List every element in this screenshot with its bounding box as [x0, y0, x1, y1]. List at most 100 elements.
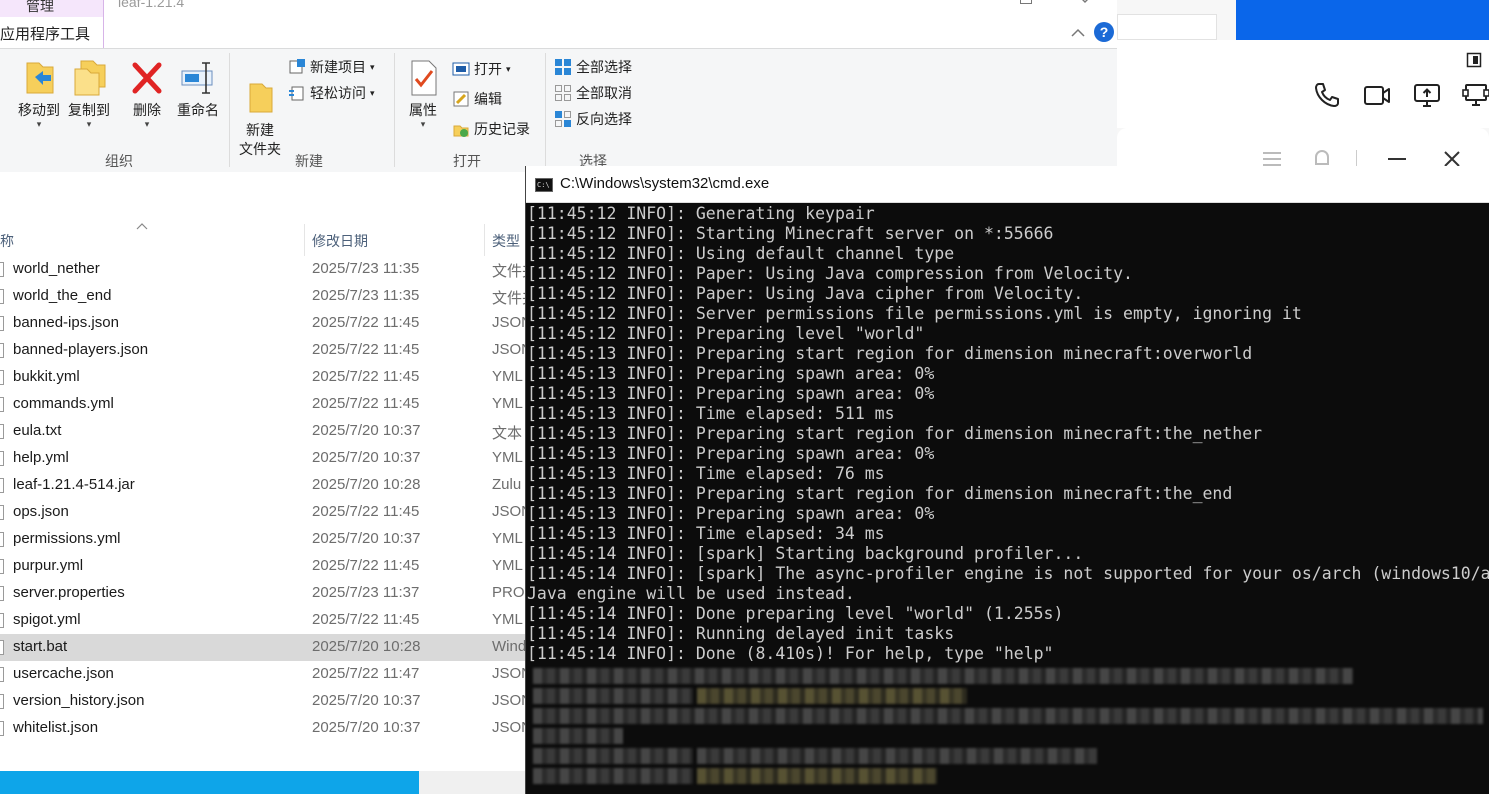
cmd-title: C:\Windows\system32\cmd.exe	[560, 175, 770, 192]
file-type: YML	[492, 530, 523, 547]
new-folder-icon	[249, 83, 273, 113]
file-row[interactable]: spigot.yml 2025/7/22 11:45 YML	[0, 607, 525, 634]
file-name: commands.yml	[13, 395, 114, 412]
file-row[interactable]: whitelist.json 2025/7/20 10:37 JSON	[0, 715, 525, 742]
console-line: [11:45:13 INFO]: Preparing start region …	[527, 344, 1253, 363]
invert-selection-button[interactable]: 反向选择	[554, 109, 632, 129]
console-line: [11:45:12 INFO]: Server permissions file…	[527, 304, 1302, 323]
remote-control-icon[interactable]	[1461, 80, 1489, 110]
column-divider[interactable]	[304, 224, 305, 256]
help-icon[interactable]: ?	[1094, 22, 1114, 42]
file-row[interactable]: bukkit.yml 2025/7/22 11:45 YML	[0, 364, 525, 391]
background-app-input[interactable]	[1117, 14, 1217, 40]
file-row[interactable]: eula.txt 2025/7/20 10:37 文本	[0, 418, 525, 445]
cmd-title-bar[interactable]: C:\ C:\Windows\system32\cmd.exe	[526, 166, 1489, 203]
column-name[interactable]: 称	[0, 231, 14, 251]
file-list: world_nether2025/7/23 11:35文件夹world_the_…	[0, 256, 525, 768]
edit-button[interactable]: 编辑	[452, 89, 502, 109]
file-row[interactable]: version_history.json 2025/7/20 10:37 JSON	[0, 688, 525, 715]
file-name: bukkit.yml	[13, 368, 80, 385]
select-none-button[interactable]: 全部取消	[554, 83, 632, 103]
cmd-window: C:\ C:\Windows\system32\cmd.exe [11:45:1…	[525, 166, 1489, 794]
move-to-icon	[26, 62, 54, 94]
tab-manage-label: 管理	[26, 0, 54, 14]
rename-button[interactable]: 重命名	[172, 57, 224, 120]
column-header: 称 修改日期 类型	[0, 216, 525, 260]
file-row[interactable]: world_nether 2025/7/23 11:35 文件夹	[0, 256, 525, 283]
console-line: [11:45:12 INFO]: Generating keypair	[527, 204, 875, 223]
file-row[interactable]: usercache.json 2025/7/22 11:47 JSON	[0, 661, 525, 688]
column-divider[interactable]	[484, 224, 485, 256]
properties-button[interactable]: 属性 ▾	[402, 57, 444, 129]
delete-button[interactable]: 删除 ▾	[126, 57, 168, 129]
column-type[interactable]: 类型	[492, 231, 520, 251]
file-icon	[0, 289, 4, 304]
move-to-button[interactable]: 移动到 ▾	[14, 57, 64, 129]
file-date: 2025/7/23 11:35	[312, 287, 420, 304]
file-row[interactable]: help.yml 2025/7/20 10:37 YML	[0, 445, 525, 472]
tab-app-tools[interactable]: 应用程序工具	[0, 17, 104, 48]
console-line: [11:45:12 INFO]: Paper: Using Java compr…	[527, 264, 1133, 283]
select-all-button[interactable]: 全部选择	[554, 57, 632, 77]
file-type: JSON	[492, 341, 525, 358]
file-date: 2025/7/23 11:37	[312, 584, 420, 601]
file-name: server.properties	[13, 584, 125, 601]
edit-label: 编辑	[474, 91, 502, 107]
file-date: 2025/7/22 11:45	[312, 314, 420, 331]
history-label: 历史记录	[474, 121, 530, 137]
minimize-icon[interactable]	[1387, 152, 1407, 166]
file-row[interactable]: commands.yml 2025/7/22 11:45 YML	[0, 391, 525, 418]
select-none-icon	[555, 85, 571, 101]
file-icon	[0, 613, 4, 628]
phone-icon[interactable]	[1312, 80, 1342, 110]
invert-selection-icon	[555, 111, 571, 127]
copy-to-button[interactable]: 复制到 ▾	[64, 57, 114, 129]
column-date[interactable]: 修改日期	[312, 231, 368, 251]
file-type: 文件夹	[492, 290, 525, 307]
delete-icon	[132, 62, 162, 94]
maximize-icon[interactable]	[1020, 0, 1032, 4]
file-date: 2025/7/22 11:45	[312, 395, 420, 412]
video-call-icon[interactable]	[1362, 80, 1392, 110]
console-line: [11:45:13 INFO]: Preparing spawn area: 0…	[527, 444, 935, 463]
file-row[interactable]: permissions.yml 2025/7/20 10:37 YML	[0, 526, 525, 553]
easy-access-icon	[289, 86, 304, 101]
file-row[interactable]: purpur.yml 2025/7/22 11:45 YML	[0, 553, 525, 580]
window-mode-icon[interactable]	[1466, 52, 1482, 68]
easy-access-button[interactable]: 轻松访问 ▾	[288, 83, 375, 103]
file-row[interactable]: world_the_end 2025/7/23 11:35 文件夹	[0, 283, 525, 310]
console-output[interactable]: [11:45:12 INFO]: Generating keypair [11:4…	[527, 204, 1489, 664]
new-folder-button[interactable]: 新建 文件夹	[234, 57, 286, 178]
tab-manage[interactable]: 管理	[0, 0, 104, 17]
file-type: YML	[492, 557, 523, 574]
history-button[interactable]: 历史记录	[452, 119, 530, 139]
file-type: YML	[492, 449, 523, 466]
file-icon	[0, 640, 4, 655]
file-row[interactable]: server.properties 2025/7/23 11:37 PRO	[0, 580, 525, 607]
file-row[interactable]: ops.json 2025/7/22 11:45 JSON	[0, 499, 525, 526]
file-date: 2025/7/20 10:37	[312, 530, 421, 547]
file-icon	[0, 397, 4, 412]
file-date: 2025/7/22 11:47	[312, 665, 420, 682]
collapse-ribbon-icon[interactable]	[1071, 28, 1085, 38]
file-type: YML	[492, 368, 523, 385]
new-item-button[interactable]: 新建项目 ▾	[288, 57, 375, 77]
file-row[interactable]: leaf-1.21.4-514.jar 2025/7/20 10:28 Zulu	[0, 472, 525, 499]
open-button[interactable]: 打开 ▾	[452, 59, 511, 79]
file-row[interactable]: start.bat 2025/7/20 10:28 Wind	[0, 634, 525, 661]
open-icon	[452, 62, 470, 76]
console-line: [11:45:13 INFO]: Preparing spawn area: 0…	[527, 384, 935, 403]
file-type: YML	[492, 611, 523, 628]
console-line: [11:45:13 INFO]: Preparing spawn area: 0…	[527, 504, 935, 523]
close-window-icon[interactable]	[1078, 0, 1092, 6]
console-line: Java engine will be used instead.	[527, 584, 855, 603]
file-name: help.yml	[13, 449, 69, 466]
file-row[interactable]: banned-ips.json 2025/7/22 11:45 JSON	[0, 310, 525, 337]
file-row[interactable]: banned-players.json 2025/7/22 11:45 JSON	[0, 337, 525, 364]
file-date: 2025/7/22 11:45	[312, 503, 420, 520]
status-bar-blue	[0, 771, 419, 794]
file-date: 2025/7/20 10:28	[312, 476, 421, 493]
screen-share-icon[interactable]	[1412, 80, 1442, 110]
file-icon	[0, 478, 4, 493]
file-date: 2025/7/20 10:37	[312, 422, 421, 439]
